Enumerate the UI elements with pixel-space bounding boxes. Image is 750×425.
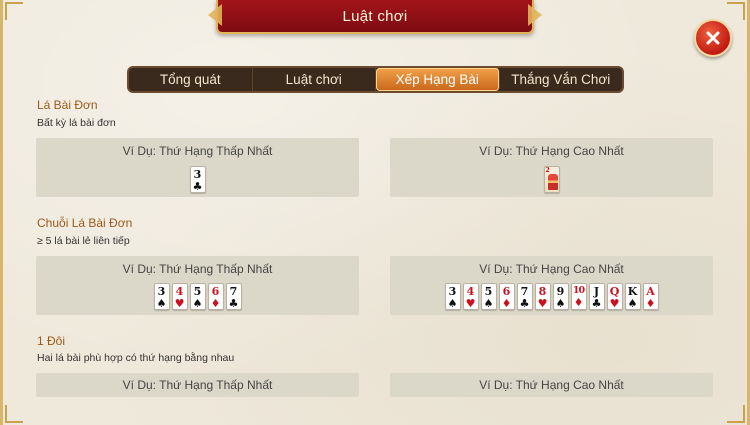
ornament-corner: [5, 405, 23, 423]
example-label: Ví Dụ: Thứ Hạng Cao Nhất: [479, 144, 624, 158]
playing-card: 9 ♠: [552, 283, 569, 310]
card-suit-icon: ♠: [447, 297, 458, 310]
page-title: Luật chơi: [342, 7, 408, 25]
card-rank: 3: [448, 285, 457, 298]
example-panel-highest: Ví Dụ: Thứ Hạng Cao Nhất 3 ♠ 4 ♥ 5 ♠ 6 ♦ 7 ♣ 8 ♥ 9 ♠ 1…: [390, 256, 713, 315]
card-suit-icon: ♥: [465, 297, 476, 310]
playing-card: J ♣: [588, 283, 605, 310]
card-suit-icon: ♣: [192, 180, 203, 193]
tab-label: Thắng Vắn Chơi: [511, 72, 611, 87]
card-suit-icon: ♥: [174, 297, 185, 310]
example-panel-lowest: Ví Dụ: Thứ Hạng Thấp Nhất 3 ♣: [36, 138, 359, 197]
playing-card-face: 2: [543, 166, 560, 193]
card-rank: A: [646, 285, 655, 298]
playing-card: 3 ♠: [153, 283, 170, 310]
example-label: Ví Dụ: Thứ Hạng Thấp Nhất: [122, 144, 273, 158]
card-rank: 10: [572, 285, 585, 296]
playing-card: 3 ♠: [444, 283, 461, 310]
tab-label: Tổng quát: [159, 72, 221, 87]
card-suit-icon: ♠: [483, 297, 494, 310]
card-suit-icon: ♣: [591, 297, 602, 310]
example-panel-highest: Ví Dụ: Thứ Hạng Cao Nhất: [390, 373, 713, 397]
card-rank: Q: [609, 285, 620, 298]
card-suit-icon: ♥: [537, 297, 548, 310]
tab-rules[interactable]: Luật chơi: [253, 68, 376, 91]
tab-label: Xếp Hạng Bài: [395, 72, 479, 87]
ornament-corner: [5, 2, 23, 20]
example-panel-highest: Ví Dụ: Thứ Hạng Cao Nhất 2: [390, 138, 713, 197]
tab-card-ranking[interactable]: Xếp Hạng Bài: [376, 68, 500, 91]
example-label: Ví Dụ: Thứ Hạng Thấp Nhất: [122, 262, 273, 276]
card-suit-icon: ♣: [519, 297, 530, 310]
card-row: 2: [390, 166, 713, 193]
card-suit-icon: ♥: [609, 297, 620, 310]
playing-card: 6 ♦: [207, 283, 224, 310]
playing-card: 3 ♣: [189, 166, 206, 193]
example-panel-lowest: Ví Dụ: Thứ Hạng Thấp Nhất: [36, 373, 359, 397]
card-rank: 3: [157, 285, 166, 298]
card-rank: 4: [175, 285, 184, 298]
playing-card: 4 ♥: [462, 283, 479, 310]
playing-card: 7 ♣: [225, 283, 242, 310]
card-row: 3 ♣: [36, 166, 359, 193]
face-card-icon: [547, 174, 558, 190]
section-title: Lá Bài Đơn: [37, 98, 98, 112]
card-suit-icon: ♠: [192, 297, 203, 310]
card-rank: 2: [545, 167, 550, 174]
example-label: Ví Dụ: Thứ Hạng Cao Nhất: [479, 378, 624, 392]
example-panel-lowest: Ví Dụ: Thứ Hạng Thấp Nhất 3 ♠ 4 ♥ 5 ♠ 6 ♦ 7 ♣: [36, 256, 359, 315]
card-suit-icon: ♦: [573, 295, 584, 309]
close-icon: [706, 31, 720, 45]
tab-bar: Tổng quát Luật chơi Xếp Hạng Bài Thắng V…: [127, 66, 624, 93]
playing-card: 5 ♠: [189, 283, 206, 310]
playing-card: A ♦: [642, 283, 659, 310]
card-suit-icon: ♠: [555, 297, 566, 310]
section-title: 1 Đôi: [37, 334, 66, 348]
tab-overview[interactable]: Tổng quát: [129, 68, 253, 91]
playing-card: 5 ♠: [480, 283, 497, 310]
playing-card: Q ♥: [606, 283, 623, 310]
card-rank: K: [627, 285, 638, 298]
card-suit-icon: ♠: [156, 297, 167, 310]
playing-card: 6 ♦: [498, 283, 515, 310]
playing-card: 7 ♣: [516, 283, 533, 310]
section-description: Bất kỳ lá bài đơn: [37, 117, 116, 129]
section-description: Hai lá bài phù hợp có thứ hạng bằng nhau: [37, 352, 235, 364]
card-row: 3 ♠ 4 ♥ 5 ♠ 6 ♦ 7 ♣ 8 ♥ 9 ♠ 10 ♦ J ♣ Q ♥ K ♠ A ♦: [390, 283, 713, 310]
card-rank: 6: [211, 285, 220, 298]
card-rank: 8: [538, 285, 547, 298]
playing-card: 10 ♦: [570, 283, 587, 310]
card-suit-icon: ♦: [501, 297, 512, 310]
ornament-corner: [727, 2, 745, 20]
card-rank: 6: [502, 285, 511, 298]
card-rank: 9: [556, 285, 565, 298]
playing-card: 4 ♥: [171, 283, 188, 310]
playing-card: K ♠: [624, 283, 641, 310]
card-suit-icon: ♣: [228, 297, 239, 310]
example-label: Ví Dụ: Thứ Hạng Cao Nhất: [479, 262, 624, 276]
playing-card: 8 ♥: [534, 283, 551, 310]
card-suit-icon: ♦: [210, 297, 221, 310]
title-banner: Luật chơi: [216, 0, 534, 34]
card-rank: 7: [520, 285, 529, 298]
tab-win-conditions[interactable]: Thắng Vắn Chơi: [500, 68, 623, 91]
card-suit-icon: ♠: [627, 297, 638, 310]
ornament-corner: [727, 405, 745, 423]
section-title: Chuỗi Lá Bài Đơn: [37, 216, 133, 230]
card-rank: 5: [484, 285, 493, 298]
section-description: ≥ 5 lá bài lẻ liên tiếp: [37, 235, 130, 247]
card-rank: 5: [193, 285, 202, 298]
example-label: Ví Dụ: Thứ Hạng Thấp Nhất: [122, 378, 273, 392]
card-rank: 7: [229, 285, 238, 298]
tab-label: Luật chơi: [285, 72, 342, 87]
card-rank: 3: [193, 168, 202, 181]
close-button[interactable]: [694, 19, 732, 57]
card-row: 3 ♠ 4 ♥ 5 ♠ 6 ♦ 7 ♣: [36, 283, 359, 310]
card-rank: J: [593, 285, 600, 298]
card-suit-icon: ♦: [645, 297, 656, 310]
card-rank: 4: [466, 285, 475, 298]
